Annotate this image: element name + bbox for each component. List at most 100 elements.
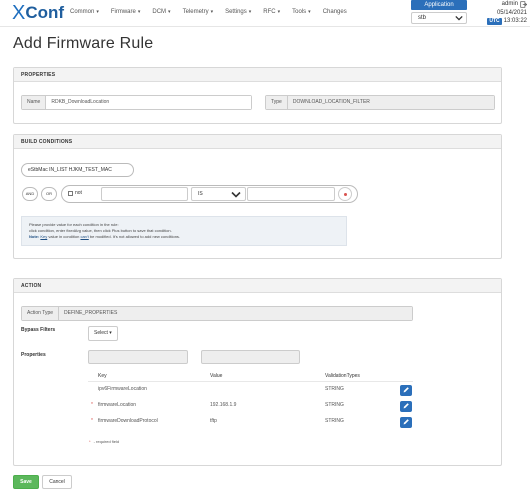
properties-heading: PROPERTIES [14,68,501,82]
nav-firmware[interactable]: Firmware ▾ [111,9,141,15]
help-note-label: Note: [29,234,40,239]
nav-tools[interactable]: Tools ▾ [292,9,311,15]
edit-button[interactable] [400,385,412,396]
not-label: not [75,190,82,196]
nav-common-label: Common [70,9,95,15]
and-button[interactable]: AND [22,187,38,201]
nav-dcm-label: DCM [152,9,167,15]
row-validation: STRING [325,386,344,392]
page-title: Add Firmware Rule [13,35,154,52]
column-validation-types: ValidationTypes [325,373,360,379]
utc-badge: UTC [487,17,502,25]
name-field: Name RDKB_DownloadLocation [21,95,252,110]
application-title: Application [411,0,467,10]
remove-condition-button[interactable] [338,187,352,201]
properties-panel: PROPERTIES Name RDKB_DownloadLocation Ty… [13,67,502,124]
action-type-value: DEFINE_PROPERTIES [59,307,412,320]
nav-dcm[interactable]: DCM ▾ [152,9,170,15]
action-type-label: Action Type [22,307,60,320]
required-note-text: - required field [93,439,120,444]
required-mark: * [91,418,93,424]
nav-rfc[interactable]: RFC ▾ [263,9,280,15]
bypass-filters-select[interactable]: Select ▾ [88,326,118,341]
action-heading: ACTION [14,279,501,293]
type-value: DOWNLOAD_LOCATION_FILTER [287,96,494,109]
chevron-down-icon [231,191,241,198]
table-divider [88,381,413,382]
not-checkbox[interactable]: not [68,190,82,196]
nav-tools-label: Tools [292,9,307,15]
current-date: 05/14/2021 [496,10,527,16]
row-value: tftp [210,418,217,424]
caret-down-icon: ▾ [137,9,141,15]
cancel-button[interactable]: Cancel [42,475,72,489]
build-conditions-heading: BUILD CONDITIONS [14,135,501,149]
property-key-input[interactable] [88,350,188,364]
application-select[interactable]: stb [411,12,467,24]
column-value: Value [210,373,223,379]
help-note-text-end: be modified. It's not allowed to add new… [89,234,181,239]
nav-telemetry[interactable]: Telemetry ▾ [183,9,214,15]
bypass-select-label: Select [94,330,108,336]
name-input[interactable]: RDKB_DownloadLocation [46,96,251,109]
fixed-arg-input[interactable] [247,187,335,201]
required-note-mark: * [89,439,91,444]
help-note: Note: Key value in condition can't be mo… [29,234,339,240]
operation-select-value: IS [198,191,203,197]
nav-changes[interactable]: Changes [323,9,347,15]
row-key: ipv6FirmwareLocation [98,386,147,392]
help-note-text: value in condition [48,234,80,239]
column-key: Key [98,373,107,379]
xconf-logo[interactable]: X Conf [12,3,64,23]
help-message: Please provide value for each condition … [21,216,347,246]
caret-down-icon: ▾ [308,9,311,15]
caret-down-icon: ▾ [248,9,252,15]
row-required-mark: * [91,402,96,408]
checkbox-icon [68,190,73,196]
caret-down-icon: ▾ [96,9,99,15]
pencil-icon [403,403,409,409]
caret-down-icon: ▾ [210,9,214,15]
row-key: firmwareLocation [98,402,137,408]
nav-settings[interactable]: Settings ▾ [225,9,251,15]
required-mark: * [91,402,93,408]
type-label: Type [266,96,288,109]
row-key: firmwareDownloadProtocol [98,418,158,424]
logout-icon[interactable] [520,1,527,8]
row-validation: STRING [325,418,344,424]
help-note-cant: can't [80,234,89,239]
application-select-value: stb [418,15,427,21]
user-info: admin 05/14/2021 UTC 13:03:22 [468,0,530,27]
free-arg-input[interactable] [101,187,188,201]
property-value-input[interactable] [201,350,300,364]
main-menu: Common ▾ Firmware ▾ DCM ▾ Telemetry ▾ Settin… [70,9,359,15]
action-panel: ACTION Action Type DEFINE_PROPERTIES Byp… [13,278,502,466]
edit-button[interactable] [400,401,412,412]
edit-button[interactable] [400,417,412,428]
pencil-icon [403,387,409,393]
condition-tag[interactable]: eStbMac IN_LIST HJKM_TEST_MAC [21,163,134,177]
type-field: Type DOWNLOAD_LOCATION_FILTER [265,95,495,110]
or-button[interactable]: OR [41,187,57,201]
current-time: 13:03:22 [503,18,527,24]
required-field-note: * - required field [89,439,119,444]
nav-rfc-label: RFC [263,9,276,15]
properties-label: Properties [21,352,46,358]
username[interactable]: admin [502,0,518,9]
nav-common[interactable]: Common ▾ [70,9,99,15]
help-note-key: Key [40,234,48,239]
top-navbar: X Conf Common ▾ Firmware ▾ DCM ▾ Telemetry ▾… [0,0,530,27]
row-validation: STRING [325,402,344,408]
nav-settings-label: Settings [225,9,247,15]
bypass-filters-label: Bypass Filters [21,327,56,333]
caret-down-icon: ▾ [277,9,281,15]
remove-icon [344,193,347,196]
nav-changes-label: Changes [322,9,347,15]
operation-select[interactable]: IS [191,187,246,201]
save-button[interactable]: Save [13,475,39,489]
pencil-icon [403,419,409,425]
nav-firmware-label: Firmware [110,9,136,15]
row-required-mark: * [91,418,96,424]
name-label: Name [22,96,47,109]
row-value: 192.168.1.9 [210,402,237,408]
